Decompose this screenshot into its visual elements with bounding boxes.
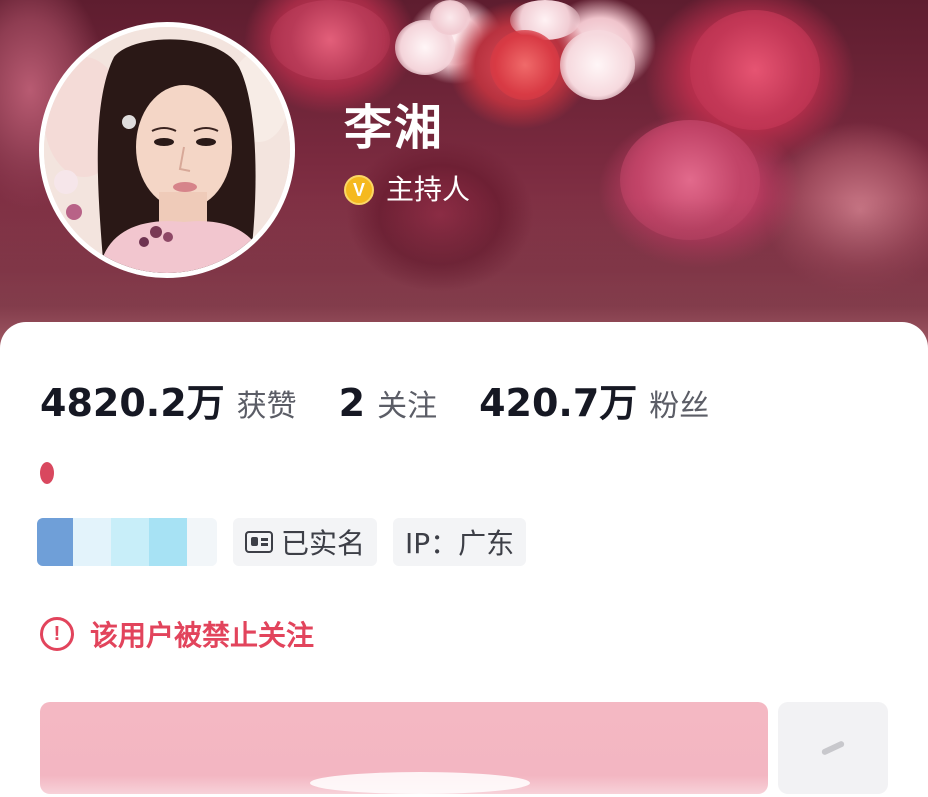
stat-following-value: 2: [338, 381, 366, 425]
real-name-tag-label: 已实名: [281, 527, 366, 560]
button-glare: [310, 772, 530, 794]
profile-name: 李湘: [344, 100, 445, 156]
bio-emoji-icon: [40, 462, 54, 484]
profile-info-card: 4820.2万 获赞 2 关注 420.7万 粉丝 已实名 IP：广东 ! 该用…: [0, 322, 928, 797]
more-icon: [820, 740, 846, 756]
ip-location-tag: IP：广东: [393, 518, 527, 566]
ip-location-label: IP：广东: [405, 527, 515, 560]
mosaic-tag: [37, 518, 217, 566]
stat-likes-value: 4820.2万: [40, 381, 225, 425]
mosaic-block: [111, 518, 149, 566]
real-name-tag[interactable]: 已实名: [233, 518, 378, 566]
avatar-portrait: [44, 27, 290, 273]
mosaic-block: [73, 518, 111, 566]
id-card-icon: [245, 531, 273, 553]
more-button[interactable]: [778, 702, 888, 794]
avatar[interactable]: [39, 22, 295, 278]
stat-following-label: 关注: [377, 389, 438, 424]
verified-title: V 主持人: [344, 170, 470, 210]
v-badge-icon: V: [344, 175, 374, 205]
verified-title-text: 主持人: [386, 173, 471, 206]
profile-screen: 李湘 V 主持人 4820.2万 获赞 2 关注 420.7万 粉丝 已实名 I…: [0, 0, 928, 797]
stat-followers[interactable]: 420.7万 粉丝: [479, 372, 709, 427]
profile-tags: 已实名 IP：广东: [37, 518, 527, 566]
follow-banned-notice: ! 该用户被禁止关注: [40, 614, 314, 654]
mosaic-block: [149, 518, 187, 566]
mosaic-block: [37, 518, 73, 566]
stat-likes: 4820.2万 获赞: [40, 372, 297, 427]
stat-likes-label: 获赞: [236, 389, 297, 424]
stats-row: 4820.2万 获赞 2 关注 420.7万 粉丝: [40, 372, 709, 425]
mosaic-block: [187, 518, 217, 566]
stat-followers-value: 420.7万: [479, 381, 638, 425]
stat-followers-label: 粉丝: [649, 389, 710, 424]
follow-button[interactable]: [40, 702, 768, 794]
exclamation-circle-icon: !: [40, 617, 74, 651]
stat-following[interactable]: 2 关注: [339, 381, 437, 425]
follow-banned-text: 该用户被禁止关注: [90, 619, 315, 652]
